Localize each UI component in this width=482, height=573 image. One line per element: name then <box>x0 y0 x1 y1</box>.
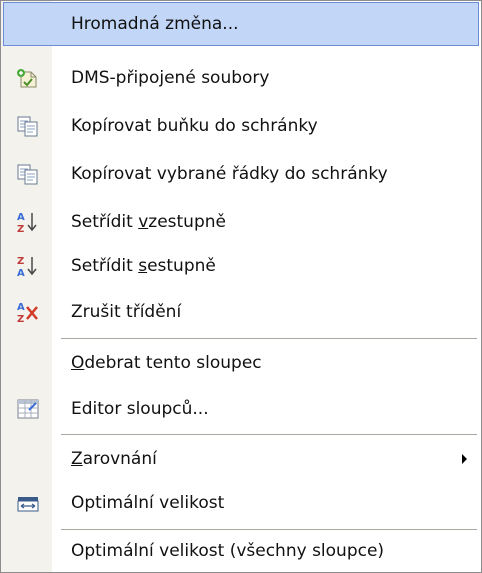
menu-item-label: Odebrat tento sloupec <box>71 353 262 373</box>
menu-item-remove-column[interactable]: Odebrat tento sloupec <box>3 341 479 385</box>
context-menu: Hromadná změna... DMS-připojené soubory <box>0 0 482 573</box>
menu-item-clear-sort[interactable]: A Z Zrušit třídění <box>3 290 479 334</box>
menu-item-label: DMS-připojené soubory <box>71 68 270 88</box>
menu-item-sort-descending[interactable]: Z A Setřídit sestupně <box>3 244 479 288</box>
menu-item-label: Editor sloupců... <box>71 399 209 419</box>
menu-item-label: Setřídit vzestupně <box>71 212 226 232</box>
menu-item-copy-cell[interactable]: Kopírovat buňku do schránky <box>3 104 479 148</box>
svg-text:A: A <box>17 212 25 223</box>
svg-text:Z: Z <box>17 314 24 324</box>
menu-item-label: Kopírovat buňku do schránky <box>71 116 318 136</box>
svg-text:A: A <box>17 268 25 278</box>
menu-item-label: Optimální velikost <box>71 493 225 513</box>
svg-text:A: A <box>17 302 25 313</box>
menu-item-column-editor[interactable]: Editor sloupců... <box>3 387 479 431</box>
column-editor-icon <box>15 397 41 421</box>
menu-item-optimal-width-all[interactable]: Optimální velikost (všechny sloupce) <box>3 529 479 573</box>
menu-separator <box>61 434 477 435</box>
menu-item-sort-ascending[interactable]: A Z Setřídit vzestupně <box>3 200 479 244</box>
menu-item-copy-rows[interactable]: Kopírovat vybrané řádky do schránky <box>3 152 479 196</box>
menu-item-optimal-width[interactable]: Optimální velikost <box>3 481 479 525</box>
sort-descending-icon: Z A <box>15 254 41 279</box>
copy-icon <box>15 114 41 138</box>
menu-item-bulk-change[interactable]: Hromadná změna... <box>3 2 479 46</box>
menu-item-label: Optimální velikost (všechny sloupce) <box>71 541 385 561</box>
svg-text:Z: Z <box>17 256 24 267</box>
menu-item-label: Hromadná změna... <box>71 14 239 34</box>
column-width-icon <box>15 491 41 515</box>
copy-icon <box>15 162 41 186</box>
menu-item-label: Zrušit třídění <box>71 302 182 322</box>
clear-sort-icon: A Z <box>15 300 41 325</box>
menu-item-label: Kopírovat vybrané řádky do schránky <box>71 164 388 184</box>
menu-item-alignment[interactable]: Zarovnání <box>3 437 479 481</box>
sort-ascending-icon: A Z <box>15 210 41 235</box>
menu-item-dms-files[interactable]: DMS-připojené soubory <box>3 56 479 100</box>
dms-attachment-icon <box>15 66 41 90</box>
menu-separator <box>61 338 477 339</box>
submenu-arrow-icon <box>462 454 467 464</box>
menu-item-label: Setřídit sestupně <box>71 256 216 276</box>
menu-item-label: Zarovnání <box>71 449 157 469</box>
svg-text:Z: Z <box>17 224 24 234</box>
